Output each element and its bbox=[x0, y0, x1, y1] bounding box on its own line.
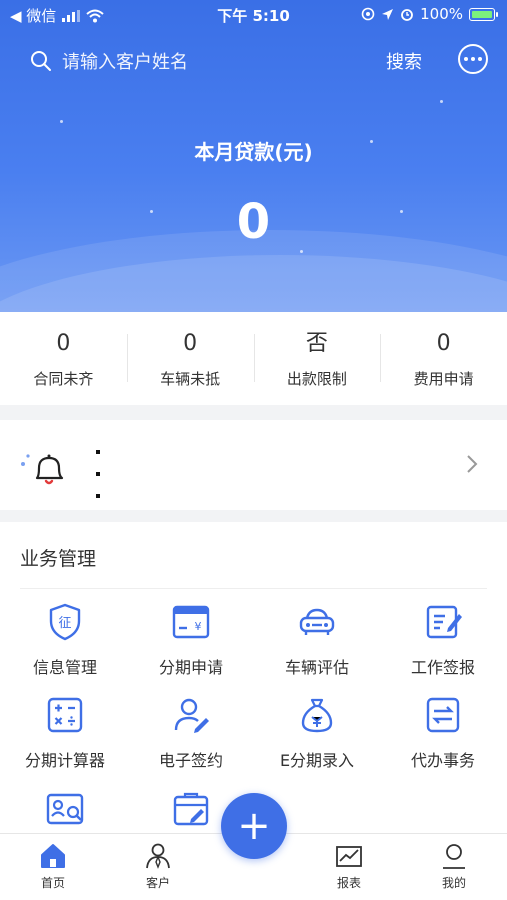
grid-item-installment-calculator[interactable]: 分期计算器 bbox=[2, 695, 128, 771]
edit-doc-icon bbox=[426, 605, 462, 639]
user-sign-icon bbox=[174, 698, 209, 733]
calculator-icon bbox=[47, 697, 83, 733]
grid-item-installment-apply[interactable]: ¥ 分期申请 bbox=[128, 602, 254, 678]
stat-vehicle-unmortgaged[interactable]: 0 车辆未抵 bbox=[126, 312, 254, 405]
status-bar: ◀ 微信 下午 5:10 100% bbox=[0, 0, 507, 30]
more-dots-icon bbox=[464, 57, 482, 61]
money-bag-icon bbox=[301, 698, 333, 733]
tab-label: 首页 bbox=[40, 876, 65, 890]
grid-item-label: 代办事务 bbox=[410, 751, 475, 770]
decor-star bbox=[60, 120, 63, 123]
tab-home[interactable]: 首页 bbox=[13, 842, 93, 891]
stat-value: 否 bbox=[305, 331, 328, 356]
grid-item-label: 分期申请 bbox=[158, 658, 223, 677]
grid-item-label: 信息管理 bbox=[32, 658, 97, 677]
stat-value: 0 bbox=[183, 331, 198, 356]
notice-bar[interactable] bbox=[0, 420, 507, 510]
lock-rotation-icon bbox=[361, 7, 375, 21]
stat-value: 0 bbox=[436, 331, 451, 356]
customer-icon bbox=[146, 843, 170, 869]
bell-icon bbox=[21, 454, 64, 485]
user-icon bbox=[443, 844, 465, 869]
grid-item-work-report[interactable]: 工作签报 bbox=[380, 602, 506, 678]
tab-mine[interactable]: 我的 bbox=[414, 842, 494, 891]
grid-item-label: 分期计算器 bbox=[24, 751, 105, 770]
stat-fee-application[interactable]: 0 费用申请 bbox=[380, 312, 507, 405]
monthly-loan-title: 本月贷款(元) bbox=[194, 140, 313, 164]
tab-label: 客户 bbox=[145, 876, 170, 890]
grid-item-info-management[interactable]: 征 信息管理 bbox=[2, 602, 128, 678]
grid-item-e-sign[interactable]: 电子签约 bbox=[128, 695, 254, 771]
battery-icon bbox=[469, 7, 498, 21]
grid-item-label: 工作签报 bbox=[410, 658, 475, 677]
svg-text:¥: ¥ bbox=[195, 620, 202, 633]
battery-percent: 100% bbox=[420, 5, 463, 23]
card-icon: ¥ bbox=[172, 605, 210, 639]
stat-label: 出款限制 bbox=[286, 370, 347, 388]
car-icon bbox=[299, 608, 335, 635]
chart-icon bbox=[336, 846, 362, 867]
grid-item-label: E分期录入 bbox=[279, 751, 355, 770]
stat-contract-incomplete[interactable]: 0 合同未齐 bbox=[0, 312, 127, 405]
notice-marker bbox=[96, 450, 102, 500]
search-placeholder: 请输入客户姓名 bbox=[62, 52, 188, 73]
shield-icon: 征 bbox=[49, 603, 81, 641]
location-icon bbox=[382, 8, 394, 20]
grid-item-vehicle-evaluation[interactable]: 车辆评估 bbox=[254, 602, 380, 678]
decor-star bbox=[440, 100, 443, 103]
briefcase-edit-icon bbox=[173, 792, 209, 826]
tab-customer[interactable]: 客户 bbox=[118, 842, 198, 891]
tab-label: 报表 bbox=[336, 876, 361, 890]
add-button[interactable]: + bbox=[221, 793, 287, 859]
section-title: 业务管理 bbox=[20, 548, 97, 570]
transfer-icon bbox=[426, 697, 460, 733]
divider bbox=[20, 588, 487, 589]
plus-icon: + bbox=[237, 803, 271, 849]
search-button[interactable]: 搜索 bbox=[386, 48, 422, 74]
decor-star bbox=[300, 250, 303, 253]
svg-text:征: 征 bbox=[58, 616, 71, 631]
stat-label: 费用申请 bbox=[413, 370, 474, 388]
message-button[interactable] bbox=[458, 44, 488, 74]
stat-label: 车辆未抵 bbox=[160, 370, 221, 388]
stat-value: 0 bbox=[56, 331, 71, 356]
tab-label: 我的 bbox=[441, 876, 466, 890]
grid-item-agency-affairs[interactable]: 代办事务 bbox=[380, 695, 506, 771]
home-icon bbox=[41, 844, 65, 868]
monthly-loan-value: 0 bbox=[236, 194, 271, 250]
header-banner: ◀ 微信 下午 5:10 100% 请输入客户姓名 搜索 本月贷款(元) 0 bbox=[0, 0, 507, 312]
grid-item-label: 电子签约 bbox=[158, 751, 223, 770]
stat-label: 合同未齐 bbox=[33, 370, 94, 388]
chevron-right-icon bbox=[467, 455, 478, 473]
tab-report[interactable]: 报表 bbox=[309, 842, 389, 891]
id-card-search-icon bbox=[46, 793, 84, 825]
grid-item-label: 车辆评估 bbox=[284, 658, 349, 677]
search-icon bbox=[31, 51, 51, 71]
alarm-icon bbox=[401, 9, 414, 21]
search-input[interactable]: 请输入客户姓名 bbox=[30, 46, 360, 76]
stats-row: 0 合同未齐 0 车辆未抵 否 出款限制 0 费用申请 bbox=[0, 312, 507, 405]
grid-item-e-installment-entry[interactable]: E分期录入 bbox=[254, 695, 380, 771]
stat-payout-limit[interactable]: 否 出款限制 bbox=[253, 312, 381, 405]
